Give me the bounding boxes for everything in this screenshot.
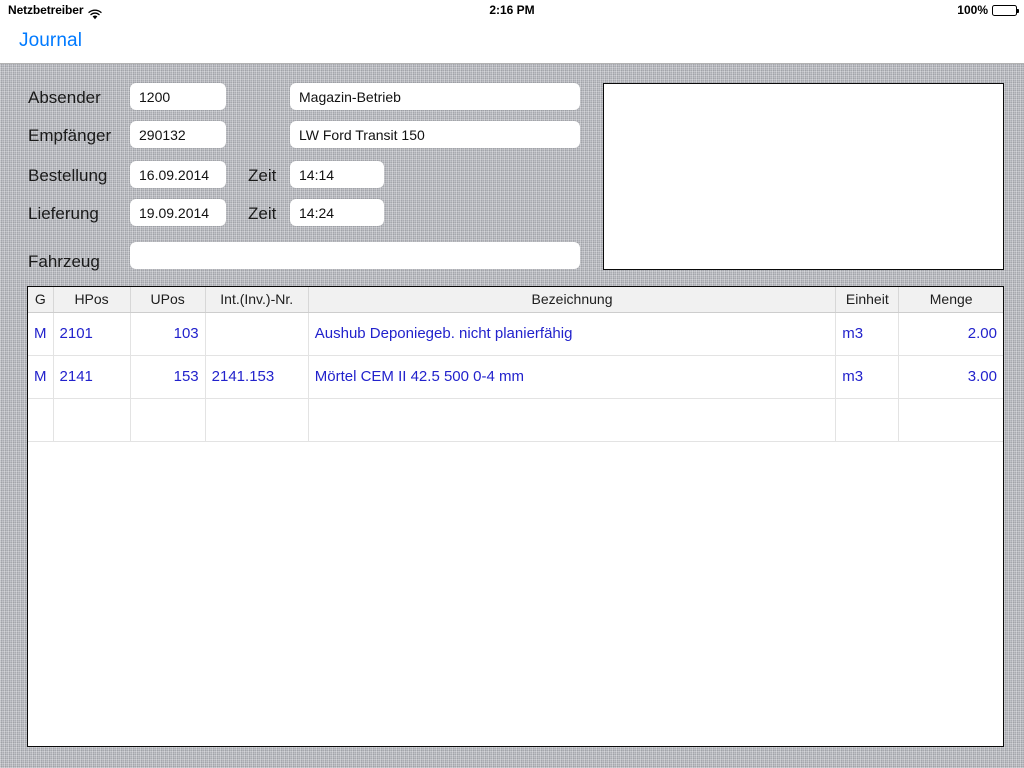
- cell-inv: 2141.153: [205, 355, 309, 399]
- table-header-row: G HPos UPos Int.(Inv.)-Nr. Bezeichnung E…: [28, 287, 1003, 313]
- column-header-menge[interactable]: Menge: [898, 287, 1003, 313]
- status-bar: Netzbetreiber 2:16 PM 100%: [0, 0, 1024, 20]
- table-row[interactable]: M 2141 153 2141.153 Mörtel CEM II 42.5 5…: [28, 355, 1003, 399]
- column-header-hpos[interactable]: HPos: [53, 287, 131, 313]
- column-header-g[interactable]: G: [28, 287, 54, 313]
- cell-einheit: [835, 398, 900, 442]
- empfaenger-code-input[interactable]: [130, 121, 226, 148]
- positions-table: G HPos UPos Int.(Inv.)-Nr. Bezeichnung E…: [27, 286, 1004, 747]
- cell-bezeichnung: Aushub Deponiegeb. nicht planierfähig: [308, 312, 837, 356]
- cell-g: M: [28, 312, 54, 356]
- label-bestellung: Bestellung: [28, 166, 108, 185]
- table-body: M 2101 103 Aushub Deponiegeb. nicht plan…: [28, 312, 1003, 442]
- signature-panel[interactable]: [603, 83, 1004, 270]
- status-bar-clock: 2:16 PM: [489, 3, 535, 17]
- fahrzeug-input[interactable]: [130, 242, 580, 269]
- table-row[interactable]: [28, 398, 1003, 442]
- label-fahrzeug: Fahrzeug: [28, 252, 100, 271]
- cell-inv: [205, 398, 309, 442]
- label-bestellung-zeit: Zeit: [248, 166, 277, 185]
- column-header-upos[interactable]: UPos: [130, 287, 206, 313]
- label-absender: Absender: [28, 88, 101, 107]
- cell-menge: 2.00: [898, 312, 1003, 356]
- cell-upos: [130, 398, 206, 442]
- cell-g: [28, 398, 54, 442]
- back-button-journal[interactable]: Journal: [19, 30, 82, 52]
- column-header-einheit[interactable]: Einheit: [835, 287, 900, 313]
- cell-upos: 153: [130, 355, 206, 399]
- cell-hpos: 2141: [53, 355, 131, 399]
- label-lieferung: Lieferung: [28, 204, 99, 223]
- cell-einheit: m3: [835, 312, 900, 356]
- cell-einheit: m3: [835, 355, 900, 399]
- bestellung-time-input[interactable]: [290, 161, 384, 188]
- column-header-inv[interactable]: Int.(Inv.)-Nr.: [205, 287, 309, 313]
- cell-hpos: 2101: [53, 312, 131, 356]
- label-lieferung-zeit: Zeit: [248, 204, 277, 223]
- absender-name-input[interactable]: [290, 83, 580, 110]
- label-empfaenger: Empfänger: [28, 126, 112, 145]
- cell-upos: 103: [130, 312, 206, 356]
- table-header: G HPos UPos Int.(Inv.)-Nr. Bezeichnung E…: [28, 287, 1003, 313]
- bestellung-date-input[interactable]: [130, 161, 226, 188]
- cell-bezeichnung: Mörtel CEM II 42.5 500 0-4 mm: [308, 355, 837, 399]
- status-bar-right: 100%: [957, 0, 1019, 20]
- absender-code-input[interactable]: [130, 83, 226, 110]
- cell-menge: [898, 398, 1003, 442]
- lieferung-date-input[interactable]: [130, 199, 226, 226]
- cell-menge: 3.00: [898, 355, 1003, 399]
- app-root: Netzbetreiber 2:16 PM 100% Journal Absen…: [0, 0, 1024, 768]
- battery-percent-label: 100%: [957, 3, 988, 17]
- cell-inv: [205, 312, 309, 356]
- positions-grid: G HPos UPos Int.(Inv.)-Nr. Bezeichnung E…: [28, 287, 1003, 442]
- cell-bezeichnung: [308, 398, 837, 442]
- column-header-bezeichnung[interactable]: Bezeichnung: [308, 287, 837, 313]
- cell-g: M: [28, 355, 54, 399]
- cell-hpos: [53, 398, 131, 442]
- battery-full-icon: [992, 4, 1019, 16]
- lieferung-time-input[interactable]: [290, 199, 384, 226]
- empfaenger-name-input[interactable]: [290, 121, 580, 148]
- navigation-bar: Journal: [0, 20, 1024, 64]
- table-row[interactable]: M 2101 103 Aushub Deponiegeb. nicht plan…: [28, 312, 1003, 356]
